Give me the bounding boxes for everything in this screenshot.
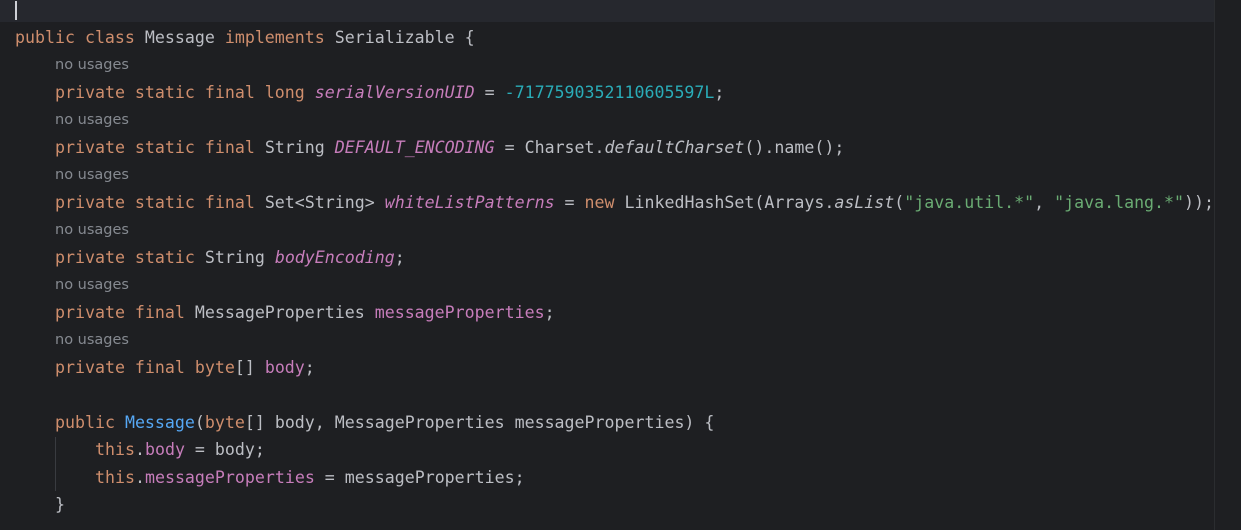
type-name: String <box>204 248 265 267</box>
expression: LinkedHashSet(Arrays. <box>614 193 835 212</box>
usage-hint[interactable]: no usages <box>55 274 129 296</box>
field-name: body <box>264 358 305 377</box>
code-line-serial-version-uid[interactable]: private static final long serialVersionU… <box>55 79 724 106</box>
static-method-call: defaultCharset <box>604 138 745 157</box>
code-line-class-declaration[interactable]: public class Message implements Serializ… <box>15 24 475 51</box>
type-name: Set<String> <box>264 193 375 212</box>
text-caret <box>15 1 17 20</box>
keyword: private static final <box>55 138 255 157</box>
operator: = <box>554 193 585 212</box>
static-field-name: whiteListPatterns <box>384 193 555 212</box>
code-line-default-encoding[interactable]: private static final String DEFAULT_ENCO… <box>55 134 844 161</box>
comma: , <box>1034 193 1055 212</box>
paren: ( <box>894 193 905 212</box>
keyword: public <box>15 28 75 47</box>
type-name: MessageProperties <box>194 303 365 322</box>
usage-hint[interactable]: no usages <box>55 164 129 186</box>
expression: )); <box>1184 193 1214 212</box>
keyword: public <box>55 413 115 432</box>
field-name: body <box>144 440 185 459</box>
indent-guide <box>55 437 56 491</box>
paren: ( <box>194 413 205 432</box>
keyword: private final <box>55 358 185 377</box>
keyword: implements <box>224 28 325 47</box>
right-margin-guide <box>1214 0 1215 530</box>
usage-hint[interactable]: no usages <box>55 54 129 76</box>
keyword: this <box>95 440 135 459</box>
keyword: private static final long <box>55 83 305 102</box>
keyword: private static <box>55 248 195 267</box>
string-literal: "java.lang.*" <box>1054 193 1185 212</box>
keyword: private static final <box>55 193 255 212</box>
class-name: Message <box>144 28 215 47</box>
code-line-message-properties[interactable]: private final MessageProperties messageP… <box>55 299 555 326</box>
usage-hint[interactable]: no usages <box>55 109 129 131</box>
semicolon: ; <box>394 248 405 267</box>
code-editor[interactable]: public class Message implements Serializ… <box>0 0 1241 530</box>
expression: ().name(); <box>744 138 845 157</box>
usage-hint[interactable]: no usages <box>55 329 129 351</box>
parameters: [] body, MessageProperties messageProper… <box>244 413 715 432</box>
dot: . <box>134 440 145 459</box>
code-line-body-encoding[interactable]: private static String bodyEncoding; <box>55 244 405 271</box>
dot: . <box>134 468 145 487</box>
field-name: messageProperties <box>144 468 315 487</box>
brackets: [] <box>234 358 255 377</box>
keyword: private final <box>55 303 185 322</box>
expression: = Charset. <box>494 138 605 157</box>
field-name: messageProperties <box>374 303 545 322</box>
type-name: String <box>264 138 325 157</box>
code-line-white-list-patterns[interactable]: private static final Set<String> whiteLi… <box>55 189 1214 216</box>
code-line-body[interactable]: private final byte[] body; <box>55 354 315 381</box>
semicolon: ; <box>304 358 315 377</box>
keyword: byte <box>194 358 235 377</box>
static-field-name: DEFAULT_ENCODING <box>334 138 495 157</box>
string-literal: "java.util.*" <box>904 193 1035 212</box>
number-literal: -7177590352110605597L <box>504 83 715 102</box>
code-line-close-brace[interactable]: } <box>55 491 65 518</box>
code-line-assign-message-properties[interactable]: this.messageProperties = messageProperti… <box>95 464 525 491</box>
keyword: new <box>584 193 615 212</box>
keyword: class <box>84 28 135 47</box>
interface-name: Serializable <box>334 28 455 47</box>
semicolon: ; <box>714 83 725 102</box>
code-line-assign-body[interactable]: this.body = body; <box>95 436 265 463</box>
operator: = <box>474 83 505 102</box>
semicolon: ; <box>544 303 555 322</box>
keyword: byte <box>204 413 245 432</box>
current-line-highlight <box>0 0 1214 22</box>
static-method-call: asList <box>834 193 895 212</box>
usage-hint[interactable]: no usages <box>55 219 129 241</box>
expression: = messageProperties; <box>314 468 525 487</box>
code-line-constructor[interactable]: public Message(byte[] body, MessagePrope… <box>55 409 714 436</box>
brace: { <box>454 28 475 47</box>
expression: = body; <box>184 440 265 459</box>
static-field-name: serialVersionUID <box>314 83 475 102</box>
constructor-name: Message <box>124 413 195 432</box>
static-field-name: bodyEncoding <box>274 248 395 267</box>
keyword: this <box>95 468 135 487</box>
